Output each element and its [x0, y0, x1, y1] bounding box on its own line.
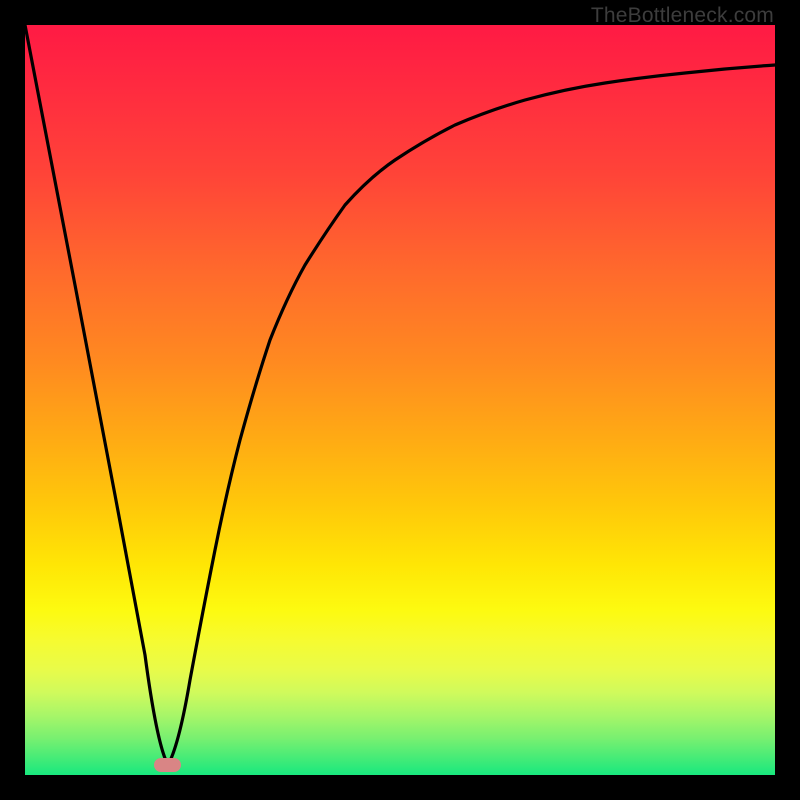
watermark-text: TheBottleneck.com	[591, 4, 774, 28]
plot-area	[25, 25, 775, 775]
chart-frame: TheBottleneck.com	[0, 0, 800, 800]
bottleneck-curve	[25, 25, 775, 775]
optimal-point-marker	[154, 758, 181, 772]
